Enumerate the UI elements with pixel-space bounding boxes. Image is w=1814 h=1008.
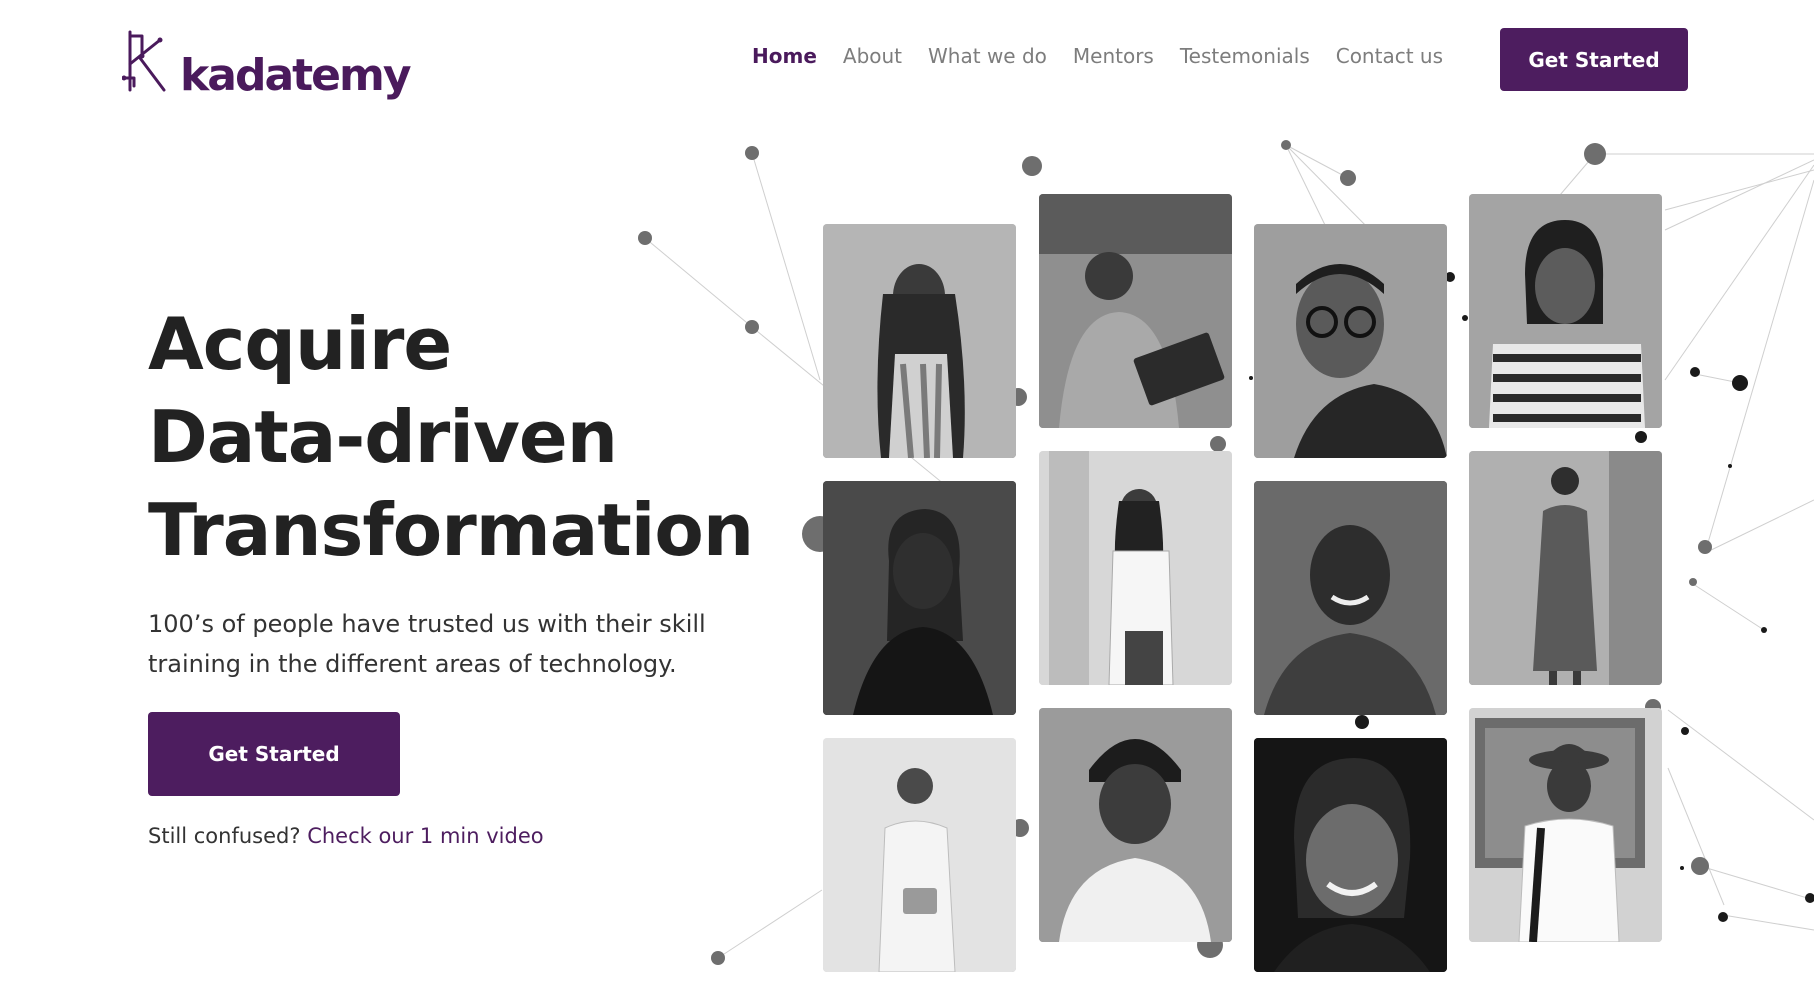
nav-item-mentors[interactable]: Mentors — [1073, 44, 1154, 68]
photo-woman-smiling-dark — [1254, 738, 1447, 972]
headline-line-1: Acquire — [148, 302, 452, 386]
photo-woman-doorway — [1039, 451, 1232, 685]
nav-item-home[interactable]: Home — [752, 44, 817, 68]
photo-man-laptop — [1039, 194, 1232, 428]
photo-woman-braids — [823, 224, 1016, 458]
photo-man-hat — [1469, 708, 1662, 942]
photo-woman-dress — [1469, 451, 1662, 685]
photo-woman-tablet — [823, 738, 1016, 972]
photo-woman-portrait — [823, 481, 1016, 715]
photo-woman-striped-top — [1469, 194, 1662, 428]
header-get-started-button[interactable]: Get Started — [1500, 28, 1688, 91]
video-prompt-text: Still confused? — [148, 824, 301, 848]
photo-man-beanie — [1039, 708, 1232, 942]
video-link[interactable]: Check our 1 min video — [307, 824, 543, 848]
main-nav: Home About What we do Mentors Testemonia… — [752, 44, 1443, 68]
nav-item-contact[interactable]: Contact us — [1336, 44, 1443, 68]
headline-line-2: Data-driven — [148, 395, 618, 479]
nav-item-what-we-do[interactable]: What we do — [928, 44, 1047, 68]
video-prompt-line: Still confused? Check our 1 min video — [148, 824, 544, 848]
logo-wordmark: kadatemy — [180, 50, 412, 101]
nav-item-about[interactable]: About — [843, 44, 902, 68]
hero-subtext: 100’s of people have trusted us with the… — [148, 610, 706, 678]
hero-get-started-button[interactable]: Get Started — [148, 712, 400, 796]
logo-k-icon — [122, 30, 166, 92]
nav-item-testimonials[interactable]: Testemonials — [1180, 44, 1310, 68]
photo-young-man-smiling — [1254, 481, 1447, 715]
photo-man-glasses — [1254, 224, 1447, 458]
logo[interactable]: kadatemy — [122, 24, 412, 98]
headline-line-3: Transformation — [148, 488, 754, 572]
hero-headline: Acquire Data-driven Transformation — [148, 298, 754, 577]
